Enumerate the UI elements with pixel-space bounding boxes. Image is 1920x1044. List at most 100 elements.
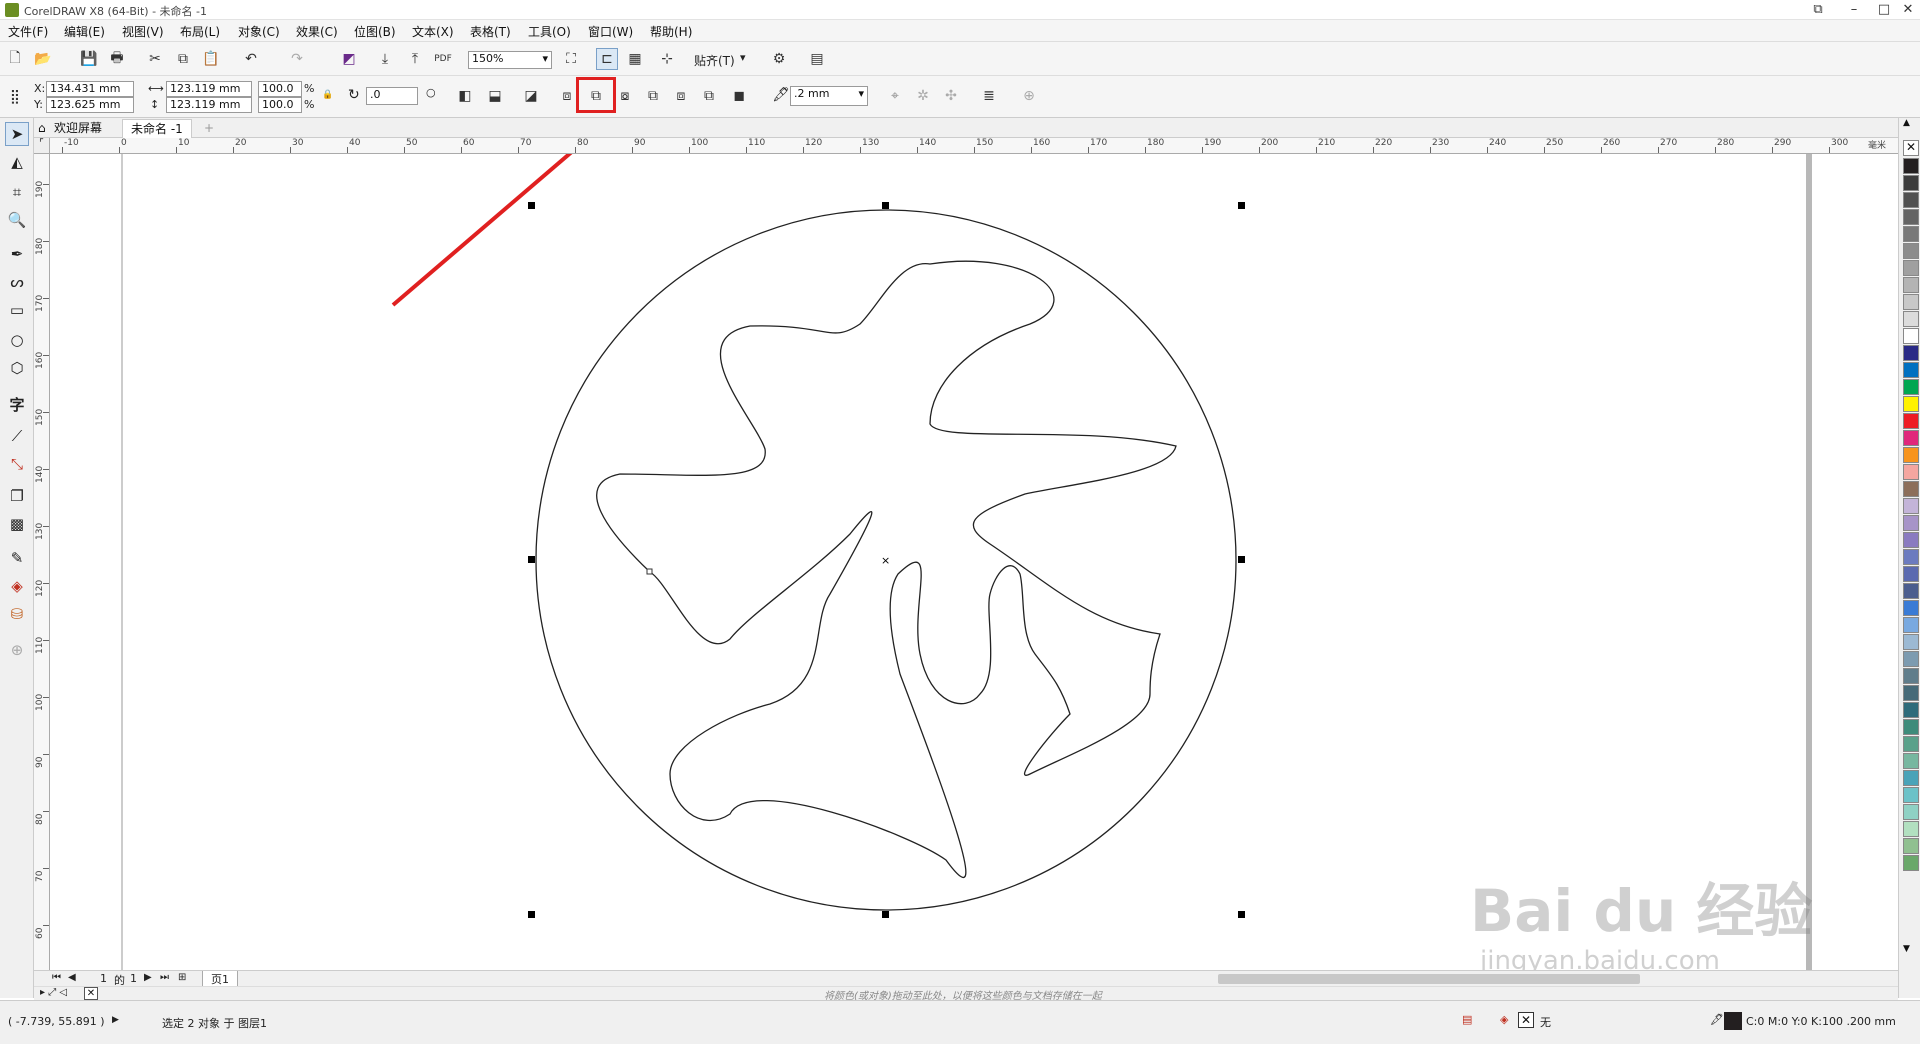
open-folder-icon[interactable]: 📂 — [32, 48, 54, 70]
show-rulers-icon[interactable]: ⊏ — [596, 48, 618, 70]
create-boundary-icon[interactable]: ◼ — [728, 85, 750, 107]
text-tool-icon[interactable]: 字 — [5, 392, 29, 416]
handle-top-left[interactable] — [528, 202, 535, 209]
connector-tool-icon[interactable]: ⤡ — [5, 452, 29, 476]
redo-icon[interactable]: ↷ — [286, 48, 308, 70]
doc-palette-icon[interactable]: ▸ ⤢ ◁ — [40, 987, 67, 998]
outline-color-swatch[interactable] — [1724, 1012, 1742, 1030]
object-origin-icon[interactable]: ⣿ — [4, 86, 26, 108]
copy-icon[interactable]: ⧉ — [172, 48, 194, 70]
tab-welcome[interactable]: ⌂ 欢迎屏幕 — [34, 119, 110, 138]
color-swatch[interactable] — [1903, 838, 1919, 854]
add-tool-icon[interactable]: ⊕ — [5, 638, 29, 662]
scale-x-field[interactable]: 100.0 — [258, 81, 302, 97]
color-swatch[interactable] — [1903, 260, 1919, 276]
color-swatch[interactable] — [1903, 464, 1919, 480]
polygon-tool-icon[interactable]: ⬡ — [5, 356, 29, 380]
first-page-icon[interactable]: ⏮ — [52, 972, 61, 983]
shape-tool-icon[interactable]: ◭ — [5, 150, 29, 174]
color-swatch[interactable] — [1903, 753, 1919, 769]
color-swatch[interactable] — [1903, 209, 1919, 225]
save-icon[interactable]: 💾 — [78, 48, 100, 70]
menu-table[interactable]: 表格(T) — [470, 23, 511, 40]
ruler-origin-icon[interactable]: ⌜ — [34, 138, 50, 154]
handle-middle-left[interactable] — [528, 556, 535, 563]
color-swatch[interactable] — [1903, 719, 1919, 735]
add-page-icon[interactable]: ⊞ — [178, 972, 186, 983]
color-swatch[interactable] — [1903, 226, 1919, 242]
color-swatch[interactable] — [1903, 583, 1919, 599]
group-icon[interactable]: ◪ — [520, 85, 542, 107]
color-swatch[interactable] — [1903, 600, 1919, 616]
menu-bitmaps[interactable]: 位图(B) — [354, 23, 396, 40]
new-document-icon[interactable]: 🗋 — [4, 48, 26, 70]
close-button[interactable]: ✕ — [1896, 0, 1920, 20]
menu-help[interactable]: 帮助(H) — [650, 23, 692, 40]
options-gear-icon[interactable]: ⚙ — [768, 48, 790, 70]
color-swatch[interactable] — [1903, 821, 1919, 837]
lock-ratio-icon[interactable]: 🔒 — [322, 90, 333, 100]
scale-y-field[interactable]: 100.0 — [258, 97, 302, 113]
no-color-swatch[interactable]: ✕ — [1903, 140, 1919, 156]
handle-bottom-left[interactable] — [528, 911, 535, 918]
import-icon[interactable]: ⤓ — [374, 48, 396, 70]
color-swatch[interactable] — [1903, 396, 1919, 412]
color-swatch[interactable] — [1903, 362, 1919, 378]
center-marker[interactable]: × — [881, 554, 890, 567]
blob-shape[interactable] — [596, 260, 1177, 878]
handle-bottom-right[interactable] — [1238, 911, 1245, 918]
color-swatch[interactable] — [1903, 379, 1919, 395]
color-swatch[interactable] — [1903, 192, 1919, 208]
y-position-field[interactable]: 123.625 mm — [46, 97, 134, 113]
color-swatch[interactable] — [1903, 481, 1919, 497]
color-swatch[interactable] — [1903, 651, 1919, 667]
color-swatch[interactable] — [1903, 243, 1919, 259]
artistic-media-icon[interactable]: ᔕ — [5, 270, 29, 294]
color-swatch[interactable] — [1903, 787, 1919, 803]
color-swatch[interactable] — [1903, 158, 1919, 174]
color-swatch[interactable] — [1903, 668, 1919, 684]
color-swatch[interactable] — [1903, 345, 1919, 361]
restore-ribbon-icon[interactable]: ⧉ — [1800, 0, 1836, 20]
drawing-canvas[interactable]: × Bai du 经验 jingyan.baidu.com — [50, 115, 1898, 976]
search-content-icon[interactable]: ◩ — [338, 48, 360, 70]
color-swatch[interactable] — [1903, 430, 1919, 446]
menu-edit[interactable]: 编辑(E) — [64, 23, 105, 40]
menu-file[interactable]: 文件(F) — [8, 23, 48, 40]
color-swatch[interactable] — [1903, 311, 1919, 327]
next-page-icon[interactable]: ▶ — [144, 972, 152, 983]
x-position-field[interactable]: 134.431 mm — [46, 81, 134, 97]
eyedropper-icon[interactable]: ✎ — [5, 546, 29, 570]
handle-bottom-center[interactable] — [882, 911, 889, 918]
handle-top-right[interactable] — [1238, 202, 1245, 209]
menu-window[interactable]: 窗口(W) — [588, 23, 633, 40]
zoom-tool-icon[interactable]: 🔍 — [5, 208, 29, 232]
full-screen-icon[interactable]: ⛶ — [560, 48, 582, 70]
color-swatch[interactable] — [1903, 498, 1919, 514]
rectangle-tool-icon[interactable]: ▭ — [5, 298, 29, 322]
menu-text[interactable]: 文本(X) — [412, 23, 454, 40]
color-swatch[interactable] — [1903, 566, 1919, 582]
align-distribute-icon[interactable]: ≣ — [978, 85, 1000, 107]
handle-top-center[interactable] — [882, 202, 889, 209]
outline-width-select[interactable]: .2 mm ▾ — [790, 86, 868, 106]
crop-tool-icon[interactable]: ⌗ — [5, 180, 29, 204]
last-page-icon[interactable]: ⏭ — [160, 972, 169, 983]
prev-page-icon[interactable]: ◀ — [68, 972, 76, 983]
color-swatch[interactable] — [1903, 277, 1919, 293]
cut-icon[interactable]: ✂ — [144, 48, 166, 70]
color-swatch[interactable] — [1903, 447, 1919, 463]
color-swatch[interactable] — [1903, 770, 1919, 786]
back-minus-front-icon[interactable]: ⧉ — [698, 85, 720, 107]
simplify-icon[interactable]: ⧉ — [642, 85, 664, 107]
front-minus-back-icon[interactable]: ⧈ — [670, 85, 692, 107]
show-grid-icon[interactable]: ▦ — [624, 48, 646, 70]
parallel-dimension-icon[interactable]: ⟋ — [5, 424, 29, 448]
add-icon[interactable]: ⊕ — [1018, 85, 1040, 107]
publish-pdf-icon[interactable]: PDF — [432, 48, 454, 70]
pick-tool-icon[interactable]: ➤ — [5, 122, 29, 146]
add-tab-icon[interactable]: + — [196, 119, 222, 138]
menu-object[interactable]: 对象(C) — [238, 23, 280, 40]
smart-fill-icon[interactable]: ⛁ — [5, 602, 29, 626]
rotation-field[interactable]: .0 — [366, 87, 418, 105]
